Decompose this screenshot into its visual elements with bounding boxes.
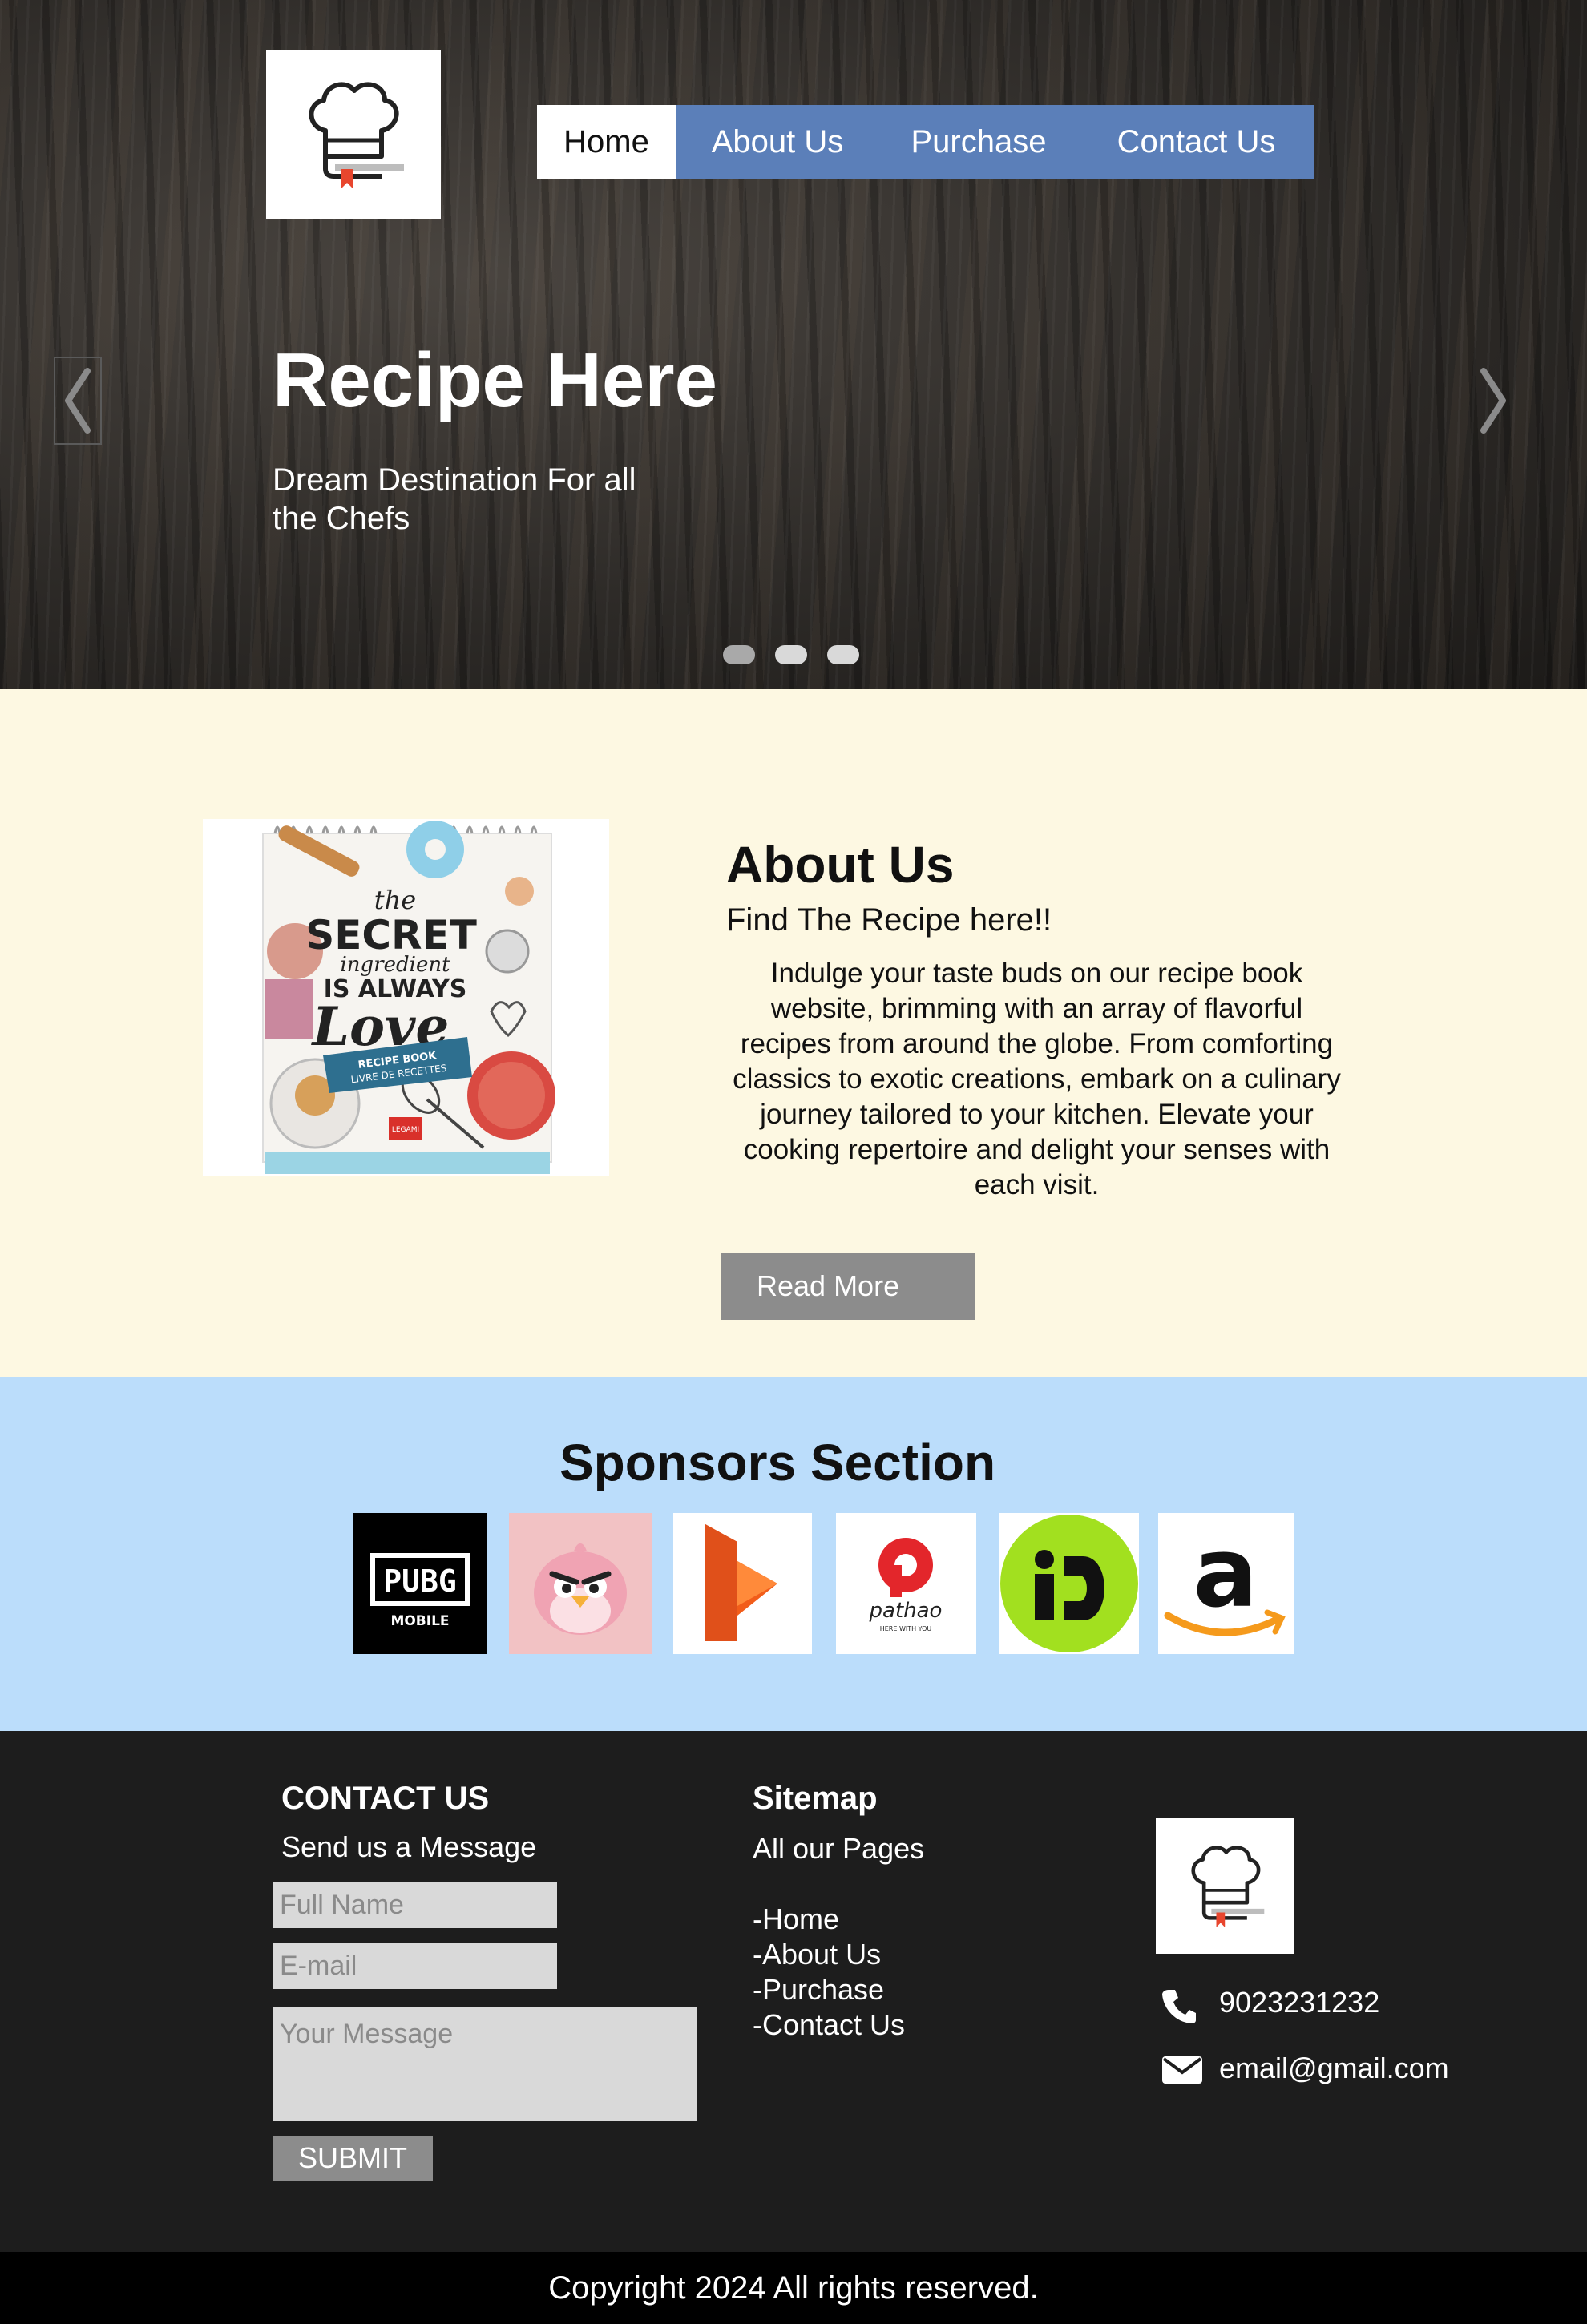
about-subtitle: Find The Recipe here!!: [726, 902, 1052, 938]
hero-subtitle: Dream Destination For all the Chefs: [273, 462, 636, 536]
main-nav: Home About Us Purchase Contact Us: [537, 105, 1314, 179]
book-brand: LEGAMI: [392, 1126, 419, 1134]
nav-contact-us[interactable]: Contact Us: [1078, 105, 1314, 179]
sponsor-logo-angry-bird[interactable]: [509, 1513, 652, 1654]
phone-icon: [1162, 1990, 1196, 2023]
full-name-field[interactable]: [273, 1882, 557, 1928]
footer-logo[interactable]: [1156, 1818, 1294, 1954]
nav-purchase[interactable]: Purchase: [879, 105, 1078, 179]
daraz-icon: [705, 1524, 777, 1641]
sponsor-logo-amazon[interactable]: a: [1158, 1513, 1294, 1654]
about-title: About Us: [726, 836, 955, 894]
submit-button[interactable]: SUBMIT: [273, 2136, 433, 2181]
sitemap-link-about-us[interactable]: -About Us: [753, 1937, 905, 1972]
envelope-icon: [1162, 2056, 1202, 2084]
email-field[interactable]: [273, 1943, 557, 1989]
hero-title: Recipe Here: [273, 337, 717, 423]
pubg-text: PUBG: [383, 1563, 457, 1599]
angry-bird-icon: [534, 1543, 627, 1635]
email-address[interactable]: email@gmail.com: [1219, 2052, 1449, 2085]
sitemap-link-contact-us[interactable]: -Contact Us: [753, 2007, 905, 2043]
carousel-dot-3[interactable]: [827, 645, 859, 664]
sponsor-logo-daraz[interactable]: [673, 1513, 812, 1654]
sitemap-subheading: All our Pages: [753, 1832, 925, 1865]
sponsor-logo-pathao[interactable]: pathao HERE WITH YOU: [836, 1513, 976, 1654]
sponsors-section: Sponsors Section PUBG MOBILE pathao HERE…: [0, 1377, 1587, 1731]
pathao-text: pathao: [869, 1599, 943, 1623]
chevron-right-icon: [1480, 368, 1506, 434]
recipe-book-image: the SECRET ingredient IS ALWAYS Love REC…: [203, 819, 609, 1176]
chef-hat-book-icon: [1190, 1845, 1264, 1927]
carousel-next-button[interactable]: [1469, 357, 1517, 445]
sitemap-heading: Sitemap: [753, 1781, 878, 1816]
amazon-letter: a: [1193, 1518, 1258, 1629]
sponsors-title: Sponsors Section: [559, 1434, 996, 1491]
sponsor-logo-indrive[interactable]: [999, 1513, 1139, 1654]
nav-home[interactable]: Home: [537, 105, 676, 179]
hero-banner: Home About Us Purchase Contact Us Recipe…: [0, 0, 1587, 689]
phone-number[interactable]: 9023231232: [1219, 1986, 1379, 2019]
contact-subheading: Send us a Message: [281, 1830, 537, 1863]
footer: CONTACT US Send us a Message SUBMIT Site…: [0, 1731, 1587, 2252]
chef-hat-book-icon: [309, 82, 404, 188]
sitemap-links: -Home -About Us -Purchase -Contact Us: [753, 1902, 905, 2043]
sponsor-logo-pubg[interactable]: PUBG MOBILE: [353, 1513, 487, 1654]
carousel-prev-button[interactable]: [54, 357, 102, 445]
book-title-secret: SECRET: [305, 912, 477, 958]
carousel-dot-2[interactable]: [775, 645, 807, 664]
site-logo[interactable]: [266, 50, 441, 219]
read-more-button[interactable]: Read More: [721, 1253, 975, 1320]
pubg-mobile-text: MOBILE: [390, 1613, 449, 1629]
nav-about-us[interactable]: About Us: [676, 105, 879, 179]
about-section: the SECRET ingredient IS ALWAYS Love REC…: [0, 689, 1587, 1377]
book-title-ingredient: ingredient: [340, 953, 450, 977]
book-title-the: the: [374, 885, 416, 915]
indrive-icon: [1000, 1515, 1138, 1652]
carousel-indicators: [723, 645, 859, 664]
sitemap-link-purchase[interactable]: -Purchase: [753, 1972, 905, 2007]
pathao-tagline: HERE WITH YOU: [880, 1625, 932, 1632]
about-description: Indulge your taste buds on our recipe bo…: [733, 958, 1341, 1200]
contact-heading: CONTACT US: [281, 1781, 490, 1816]
copyright-bar: Copyright 2024 All rights reserved.: [0, 2252, 1587, 2324]
sitemap-link-home[interactable]: -Home: [753, 1902, 905, 1937]
chevron-left-icon: [65, 368, 91, 434]
message-field[interactable]: [273, 2007, 697, 2121]
carousel-dot-1[interactable]: [723, 645, 755, 664]
